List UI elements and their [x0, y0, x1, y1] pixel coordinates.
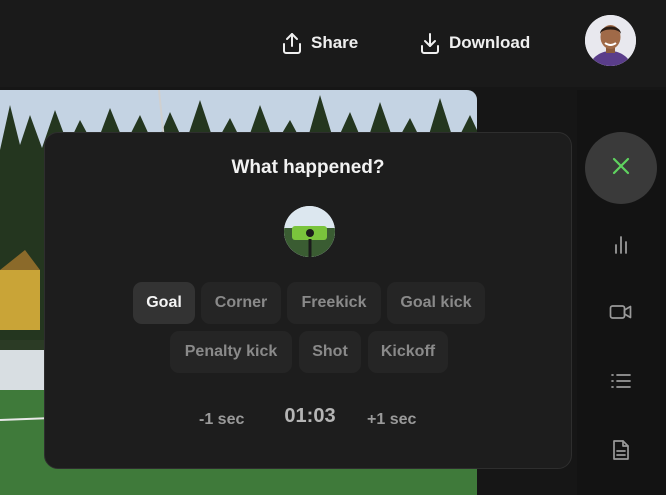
event-option-penalty-kick[interactable]: Penalty kick [170, 331, 292, 373]
event-time: 01:03 [284, 405, 336, 427]
stats-icon[interactable] [608, 231, 634, 257]
share-label: Share [311, 33, 359, 52]
event-option-freekick[interactable]: Freekick [287, 282, 381, 324]
event-option-corner[interactable]: Corner [201, 282, 281, 324]
close-icon [612, 157, 630, 180]
document-icon[interactable] [608, 437, 634, 463]
video-camera-icon[interactable] [608, 299, 634, 325]
download-label: Download [449, 33, 531, 52]
minus-one-second-button[interactable]: -1 sec [199, 407, 244, 433]
share-button[interactable]: Share [281, 28, 358, 58]
event-option-goal-kick[interactable]: Goal kick [387, 282, 485, 324]
dialog-title: What happened? [231, 157, 385, 178]
top-bar: Share Download [0, 0, 666, 87]
event-option-shot[interactable]: Shot [299, 331, 361, 373]
event-option-goal[interactable]: Goal [133, 282, 195, 324]
download-icon [419, 31, 441, 55]
plus-one-second-button[interactable]: +1 sec [367, 407, 416, 433]
event-thumbnail [284, 206, 335, 257]
close-button[interactable] [585, 132, 657, 204]
event-dialog: What happened? Goal Corner Freekick Goal… [44, 132, 572, 469]
list-icon[interactable] [608, 368, 634, 394]
download-button[interactable]: Download [419, 28, 530, 58]
share-icon [281, 31, 303, 55]
event-option-kickoff[interactable]: Kickoff [368, 331, 448, 373]
avatar[interactable] [585, 15, 636, 66]
